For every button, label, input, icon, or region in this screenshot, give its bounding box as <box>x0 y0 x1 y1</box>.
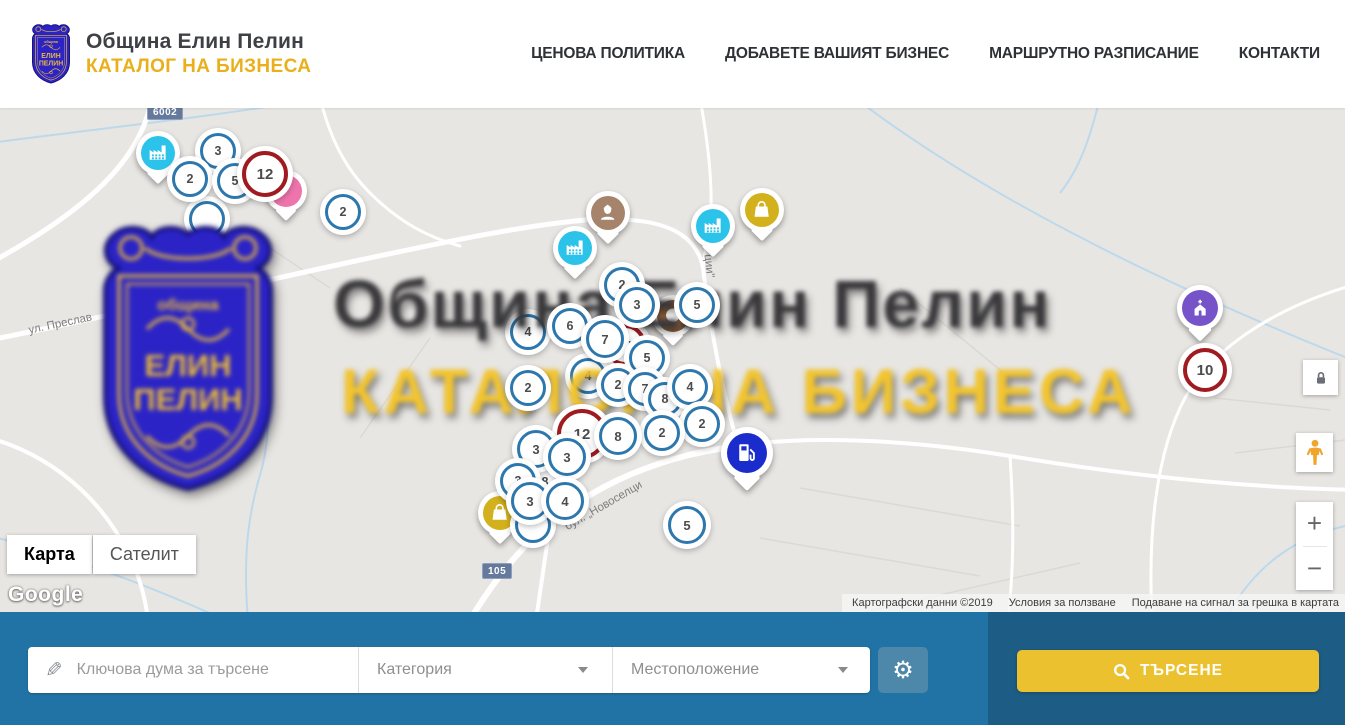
cluster-marker[interactable]: 2 <box>325 194 361 230</box>
chevron-down-icon <box>578 667 588 673</box>
church-icon <box>1182 290 1218 326</box>
attribution-data: Картографски данни ©2019 <box>852 597 993 609</box>
location-label: Местоположение <box>631 661 759 679</box>
satellite-view-button[interactable]: Сателит <box>93 535 196 574</box>
nav-add-business[interactable]: ДОБАВЕТЕ ВАШИЯТ БИЗНЕС <box>725 45 949 63</box>
lock-icon <box>1313 370 1329 386</box>
pencil-icon: ✎ <box>45 658 63 683</box>
site-subtitle: КАТАЛОГ НА БИЗНЕСА <box>86 56 311 78</box>
map-pin-factory[interactable] <box>553 226 597 270</box>
cluster-marker[interactable]: 2 <box>684 406 720 442</box>
cluster-marker[interactable]: 3 <box>548 438 586 476</box>
zoom-control: + − <box>1296 502 1333 590</box>
map-pin-bag[interactable] <box>740 188 784 232</box>
map-canvas[interactable]: Община Елин Пелин КАТАЛОГ НА БИЗНЕСА Кар… <box>0 108 1345 612</box>
report-error-link[interactable]: Подаване на сигнал за грешка в картата <box>1132 597 1339 609</box>
site-title: Община Елин Пелин <box>86 30 311 54</box>
map-view-button[interactable]: Карта <box>7 535 92 574</box>
bag-icon <box>745 193 779 227</box>
map-pin-church[interactable] <box>1177 285 1223 331</box>
cluster-marker[interactable]: 10 <box>1183 348 1227 392</box>
terms-link[interactable]: Условия за ползване <box>1009 597 1116 609</box>
zoom-out-button[interactable]: − <box>1296 546 1333 590</box>
keyword-section[interactable]: ✎ <box>28 647 358 693</box>
search-fields: ✎ Категория Местоположение <box>28 647 870 693</box>
keyword-input[interactable] <box>77 661 327 679</box>
search-submit-button[interactable]: ТЪРСЕНЕ <box>1017 650 1319 692</box>
map-pin-factory[interactable] <box>136 131 180 175</box>
cluster-marker[interactable]: 5 <box>629 340 665 376</box>
search-panel: ✎ Категория Местоположение ⚙ ТЪРСЕНЕ <box>0 612 1345 725</box>
street-label: ции" <box>702 254 716 279</box>
cluster-marker[interactable] <box>189 201 225 237</box>
worker-icon <box>591 196 625 230</box>
category-label: Категория <box>377 661 452 679</box>
map-attribution: Картографски данни ©2019 Условия за полз… <box>842 594 1345 612</box>
search-icon <box>1113 663 1130 680</box>
map-type-control: Карта Сателит <box>7 535 196 574</box>
google-logo[interactable]: Google <box>8 583 83 607</box>
cluster-marker[interactable]: 5 <box>679 287 715 323</box>
nav-route-schedule[interactable]: МАРШРУТНО РАЗПИСАНИЕ <box>989 45 1199 63</box>
advanced-settings-button[interactable]: ⚙ <box>878 647 928 693</box>
factory-icon <box>141 136 175 170</box>
pegman-icon <box>1304 439 1326 467</box>
road-shield: 6002 <box>147 108 183 120</box>
factory-icon <box>696 209 730 243</box>
cluster-marker[interactable]: 3 <box>619 287 655 323</box>
site-logo[interactable]: Община Елин Пелин КАТАЛОГ НА БИЗНЕСА <box>28 22 311 86</box>
cluster-marker[interactable]: 5 <box>668 506 706 544</box>
category-select[interactable]: Категория <box>358 647 612 693</box>
search-submit-label: ТЪРСЕНЕ <box>1140 662 1223 680</box>
cluster-marker[interactable]: 7 <box>586 320 624 358</box>
gear-icon: ⚙ <box>892 656 914 685</box>
cluster-marker[interactable]: 4 <box>672 369 708 405</box>
map-pin-factory[interactable] <box>691 204 735 248</box>
street-view-pegman[interactable] <box>1296 433 1333 472</box>
cluster-marker[interactable]: 3 <box>511 482 549 520</box>
nav-contacts[interactable]: КОНТАКТИ <box>1239 45 1320 63</box>
cluster-marker[interactable]: 2 <box>644 415 680 451</box>
cluster-marker[interactable]: 8 <box>599 417 637 455</box>
fuel-icon <box>727 433 768 474</box>
chevron-down-icon <box>838 667 848 673</box>
zoom-in-button[interactable]: + <box>1296 502 1333 546</box>
main-nav: ЦЕНОВА ПОЛИТИКА ДОБАВЕТЕ ВАШИЯТ БИЗНЕС МАР… <box>531 0 1320 108</box>
cluster-marker[interactable]: 2 <box>510 370 546 406</box>
municipality-crest-icon <box>28 22 74 86</box>
factory-icon <box>558 231 592 265</box>
cluster-marker[interactable]: 6 <box>552 308 588 344</box>
cluster-marker[interactable]: 2 <box>172 161 208 197</box>
cluster-marker[interactable]: 4 <box>510 314 546 350</box>
nav-pricing[interactable]: ЦЕНОВА ПОЛИТИКА <box>531 45 685 63</box>
lock-button[interactable] <box>1303 360 1338 395</box>
cluster-marker[interactable]: 4 <box>546 482 584 520</box>
cluster-marker[interactable]: 12 <box>242 151 288 197</box>
road-shield: 105 <box>482 563 512 579</box>
location-select[interactable]: Местоположение <box>612 647 870 693</box>
site-header: Община Елин Пелин КАТАЛОГ НА БИЗНЕСА ЦЕН… <box>0 0 1345 108</box>
map-pin-fuel[interactable] <box>721 427 773 479</box>
